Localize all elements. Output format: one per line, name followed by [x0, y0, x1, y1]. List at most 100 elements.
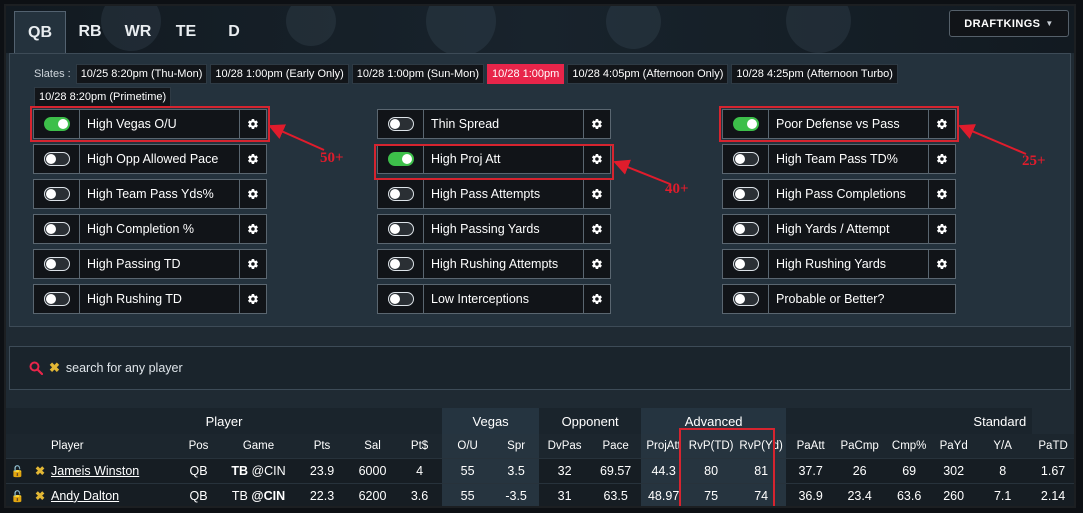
filter-toggle[interactable]	[378, 215, 424, 243]
tab-wr[interactable]: WR	[114, 11, 162, 53]
filter-col1-1: High Opp Allowed Pace	[33, 144, 267, 174]
search-input[interactable]	[65, 361, 566, 375]
col-header-0[interactable]: Player	[51, 434, 176, 458]
slate-5[interactable]: 10/28 4:25pm (Afternoon Turbo)	[731, 64, 898, 84]
toggle-switch-icon	[43, 292, 70, 306]
filter-settings-button[interactable]	[583, 250, 610, 278]
tab-qb[interactable]: QB	[14, 11, 66, 53]
cell-rvptd: 80	[686, 457, 737, 483]
filter-settings-button[interactable]	[583, 215, 610, 243]
col-header-8[interactable]: DvPas	[539, 434, 591, 458]
lock-cell[interactable]: 🔓	[6, 482, 29, 506]
filter-toggle[interactable]	[378, 180, 424, 208]
filter-settings-button[interactable]	[239, 180, 266, 208]
slate-2[interactable]: 10/28 1:00pm (Sun-Mon)	[351, 64, 485, 84]
player-name[interactable]: Andy Dalton	[51, 482, 176, 506]
col-header-15[interactable]: Cmp%	[884, 434, 935, 458]
col-header-16[interactable]: PaYd	[934, 434, 974, 458]
col-header-14[interactable]: PaCmp	[835, 434, 885, 458]
filter-toggle[interactable]	[723, 215, 769, 243]
gear-icon	[248, 223, 258, 235]
col-header-9[interactable]: Pace	[590, 434, 642, 458]
tab-rb[interactable]: RB	[66, 11, 114, 53]
filter-toggle[interactable]	[34, 250, 80, 278]
filter-settings-button[interactable]	[239, 110, 266, 138]
filter-col1-0: High Vegas O/U	[33, 109, 267, 139]
col-header-11[interactable]: RvP(TD)	[686, 434, 737, 458]
table-row[interactable]: 🔓 ✖ Jameis Winston QB TB @CIN 23.9 6000 4 55 3.5 3…	[6, 457, 1074, 483]
slate-6[interactable]: 10/28 8:20pm (Primetime)	[34, 87, 172, 107]
filter-settings-button[interactable]	[928, 215, 955, 243]
cell-patd: 2.14	[1032, 482, 1074, 506]
filter-settings-button[interactable]	[239, 215, 266, 243]
slate-0[interactable]: 10/25 8:20pm (Thu-Mon)	[75, 64, 208, 84]
col-header-2[interactable]: Game	[221, 434, 296, 458]
exclude-icon: ✖	[34, 463, 46, 478]
filter-toggle[interactable]	[723, 145, 769, 173]
filter-settings-button[interactable]	[583, 285, 610, 313]
filter-toggle[interactable]	[723, 250, 769, 278]
game-opponent: @CIN	[251, 488, 286, 503]
col-header-4[interactable]: Sal	[348, 434, 397, 458]
table-row[interactable]: 🔓 ✖ Andy Dalton QB TB @CIN 22.3 6200 3.6 55 -3.5 3…	[6, 482, 1074, 506]
filter-toggle[interactable]	[723, 110, 769, 138]
filter-toggle[interactable]	[378, 250, 424, 278]
filter-label: High Team Pass TD%	[776, 152, 898, 166]
filter-settings-button[interactable]	[928, 250, 955, 278]
cell-rvpyd: 81	[736, 457, 787, 483]
cell-spr: -3.5	[493, 482, 540, 506]
exclude-cell[interactable]: ✖	[29, 457, 51, 483]
filter-col3-4: High Rushing Yards	[722, 249, 956, 279]
slate-4[interactable]: 10/28 4:05pm (Afternoon Only)	[567, 64, 729, 84]
clear-icon[interactable]: ✖	[49, 360, 60, 376]
filter-label: High Completion %	[87, 222, 194, 236]
unlock-icon: 🔓	[10, 490, 25, 503]
filter-toggle[interactable]	[34, 215, 80, 243]
cell-sal: 6000	[348, 457, 397, 483]
slate-3[interactable]: 10/28 1:00pm	[487, 64, 565, 84]
col-header-13[interactable]: PaAtt	[786, 434, 836, 458]
filter-toggle[interactable]	[378, 285, 424, 313]
filter-toggle[interactable]	[378, 110, 424, 138]
filter-settings-button[interactable]	[583, 145, 610, 173]
toggle-switch-icon	[43, 222, 70, 236]
filter-col2-3: High Passing Yards	[377, 214, 611, 244]
tab-te[interactable]: TE	[162, 11, 210, 53]
filter-toggle[interactable]	[34, 145, 80, 173]
position-tabs: QB RB WR TE D	[14, 11, 258, 53]
filter-settings-button[interactable]	[928, 110, 955, 138]
col-header-10[interactable]: ProjAtt	[641, 434, 687, 458]
toggle-switch-icon	[43, 187, 70, 201]
col-header-18[interactable]: PaTD	[1032, 434, 1074, 458]
site-dropdown[interactable]: DRAFTKINGS ▼	[949, 10, 1069, 37]
filter-settings-button[interactable]	[583, 180, 610, 208]
filter-toggle[interactable]	[34, 110, 80, 138]
gear-icon	[248, 188, 258, 200]
group-player: Player	[6, 408, 443, 434]
col-header-6[interactable]: O/U	[442, 434, 494, 458]
col-header-7[interactable]: Spr	[493, 434, 540, 458]
filter-settings-button[interactable]	[239, 145, 266, 173]
filter-settings-button[interactable]	[583, 110, 610, 138]
filter-settings-button[interactable]	[239, 285, 266, 313]
filter-settings-button[interactable]	[239, 250, 266, 278]
filter-settings-button[interactable]	[928, 145, 955, 173]
exclude-cell[interactable]: ✖	[29, 482, 51, 506]
filter-settings-button[interactable]	[928, 180, 955, 208]
filter-toggle[interactable]	[34, 180, 80, 208]
player-name[interactable]: Jameis Winston	[51, 457, 176, 483]
lock-cell[interactable]: 🔓	[6, 457, 29, 483]
col-header-3[interactable]: Pts	[296, 434, 348, 458]
filter-col2-2: High Pass Attempts	[377, 179, 611, 209]
col-header-1[interactable]: Pos	[176, 434, 221, 458]
col-header-12[interactable]: RvP(Yd)	[736, 434, 787, 458]
filter-toggle[interactable]	[378, 145, 424, 173]
slate-1[interactable]: 10/28 1:00pm (Early Only)	[210, 64, 349, 84]
tab-d[interactable]: D	[210, 11, 258, 53]
filter-toggle[interactable]	[723, 180, 769, 208]
col-header-17[interactable]: Y/A	[973, 434, 1033, 458]
filter-toggle[interactable]	[723, 285, 769, 313]
filter-toggle[interactable]	[34, 285, 80, 313]
filter-col2-0: Thin Spread	[377, 109, 611, 139]
col-header-5[interactable]: Pt$	[397, 434, 443, 458]
